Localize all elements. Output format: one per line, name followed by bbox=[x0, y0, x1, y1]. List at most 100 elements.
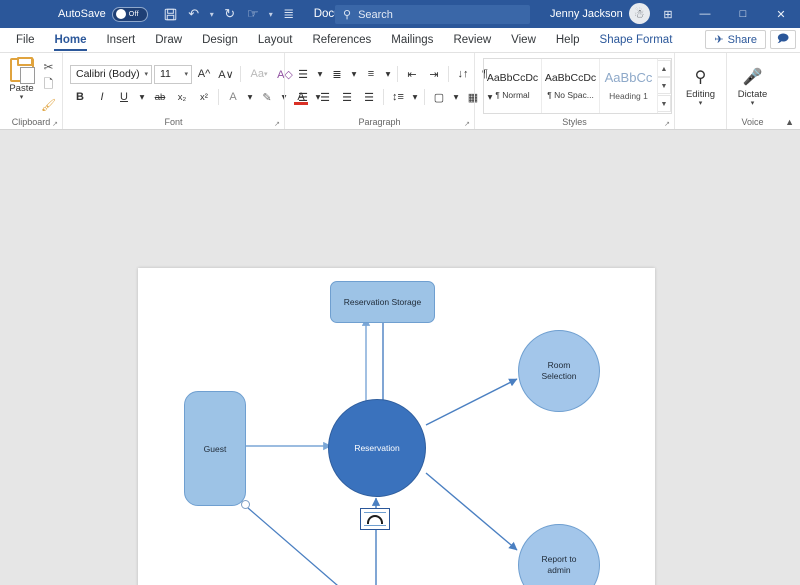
editing-button[interactable]: ⚲ Editing ▾ bbox=[680, 65, 721, 107]
cut-icon[interactable]: ✂ bbox=[40, 58, 57, 75]
text-highlight-icon[interactable]: ✎ bbox=[257, 88, 277, 107]
paste-button[interactable]: Paste ▾ bbox=[5, 57, 38, 101]
node-label-line1: Report to bbox=[541, 554, 577, 564]
tab-file[interactable]: File bbox=[6, 27, 45, 52]
autosave-toggle[interactable]: Off bbox=[111, 6, 148, 22]
shading-icon[interactable]: ▢ bbox=[429, 88, 449, 107]
ribbon-group-editing: ⚲ Editing ▾ bbox=[674, 53, 726, 129]
document-page[interactable]: Reservation Storage Room Selection Guest… bbox=[138, 268, 655, 585]
search-input[interactable]: Search bbox=[358, 9, 393, 21]
style-name: Heading 1 bbox=[609, 91, 648, 101]
gallery-more-icon[interactable]: ▼ bbox=[658, 94, 671, 112]
chevron-up-icon[interactable]: ▲ bbox=[785, 117, 794, 127]
node-reservation[interactable]: Reservation bbox=[328, 399, 426, 497]
decrease-indent-icon[interactable]: ⇤ bbox=[402, 65, 422, 84]
subscript-button[interactable]: x₂ bbox=[172, 88, 192, 107]
shrink-font-icon[interactable]: A∨ bbox=[216, 65, 236, 84]
align-left-icon[interactable]: ☰ bbox=[293, 88, 313, 107]
styles-gallery-scroll[interactable]: ▲ ▼ ▼ bbox=[658, 59, 671, 113]
tab-layout[interactable]: Layout bbox=[248, 27, 303, 52]
tab-references[interactable]: References bbox=[302, 27, 381, 52]
paste-dropdown-icon[interactable]: ▾ bbox=[20, 94, 24, 101]
account-area[interactable]: Jenny Jackson ☃ bbox=[550, 3, 650, 24]
editing-dropdown-icon[interactable]: ▾ bbox=[699, 100, 703, 107]
align-center-icon[interactable]: ☰ bbox=[315, 88, 335, 107]
superscript-button[interactable]: x² bbox=[194, 88, 214, 107]
editing-label: Editing bbox=[685, 88, 716, 100]
node-guest[interactable]: Guest bbox=[184, 391, 246, 506]
touch-dropdown-icon[interactable]: ▾ bbox=[265, 3, 277, 25]
italic-button[interactable]: I bbox=[92, 88, 112, 107]
numbering-icon[interactable]: ≣ bbox=[327, 65, 347, 84]
node-reservation-storage[interactable]: Reservation Storage bbox=[330, 281, 435, 323]
change-case-icon[interactable]: Aa ▾ bbox=[245, 65, 273, 84]
multilevel-list-icon[interactable]: ≡ bbox=[361, 65, 381, 84]
multilevel-dropdown-icon[interactable]: ▾ bbox=[383, 65, 393, 84]
close-icon[interactable]: ✕ bbox=[762, 0, 800, 28]
style-heading-1[interactable]: AaBbCᴄ Heading 1 bbox=[600, 58, 658, 113]
maximize-icon[interactable]: □ bbox=[724, 0, 762, 28]
redo-icon[interactable]: ↻ bbox=[219, 3, 241, 25]
shading-dropdown-icon[interactable]: ▾ bbox=[451, 88, 461, 107]
customize-qat-icon[interactable]: ≣ bbox=[278, 3, 300, 25]
tab-design[interactable]: Design bbox=[192, 27, 248, 52]
dictate-button[interactable]: 🎤 Dictate ▾ bbox=[732, 65, 773, 107]
increase-indent-icon[interactable]: ⇥ bbox=[424, 65, 444, 84]
sort-icon[interactable]: ↓↑ bbox=[453, 65, 473, 84]
minimize-icon[interactable]: — bbox=[686, 0, 724, 28]
font-name-value: Calibri (Body) bbox=[76, 68, 140, 80]
dictate-dropdown-icon[interactable]: ▾ bbox=[751, 100, 755, 107]
numbering-dropdown-icon[interactable]: ▾ bbox=[349, 65, 359, 84]
undo-dropdown-icon[interactable]: ▾ bbox=[206, 3, 218, 25]
group-label-styles: Styles bbox=[562, 117, 587, 127]
copy-icon[interactable]: 🗋 bbox=[40, 77, 57, 94]
guest-connector-handle[interactable] bbox=[241, 500, 250, 509]
gallery-scroll-up-icon[interactable]: ▲ bbox=[658, 59, 671, 77]
strikethrough-button[interactable]: ab bbox=[150, 88, 170, 107]
clipboard-dialog-launcher[interactable]: ↗ bbox=[52, 120, 58, 128]
format-painter-icon[interactable]: 🖌 bbox=[40, 96, 57, 113]
diagram-canvas[interactable]: Reservation Storage Room Selection Guest… bbox=[138, 268, 655, 585]
align-right-icon[interactable]: ☰ bbox=[337, 88, 357, 107]
font-size-combo[interactable]: 11 ▾ bbox=[154, 64, 192, 84]
tab-mailings[interactable]: Mailings bbox=[381, 27, 443, 52]
text-effects-dropdown-icon[interactable]: ▾ bbox=[245, 88, 255, 107]
save-icon[interactable] bbox=[160, 3, 182, 25]
line-spacing-icon[interactable]: ↕≡ bbox=[388, 88, 408, 107]
bold-button[interactable]: B bbox=[70, 88, 90, 107]
underline-button[interactable]: U bbox=[114, 88, 134, 107]
tab-draw[interactable]: Draw bbox=[145, 27, 192, 52]
grow-font-icon[interactable]: A^ bbox=[194, 65, 214, 84]
paragraph-dialog-launcher[interactable]: ↗ bbox=[464, 120, 470, 128]
underline-dropdown-icon[interactable]: ▾ bbox=[136, 88, 148, 107]
tab-help[interactable]: Help bbox=[546, 27, 590, 52]
tab-shape-format[interactable]: Shape Format bbox=[590, 27, 683, 52]
comments-button[interactable]: 🗩 bbox=[770, 30, 796, 49]
bullets-icon[interactable]: ☰ bbox=[293, 65, 313, 84]
tab-view[interactable]: View bbox=[501, 27, 546, 52]
text-effects-icon[interactable]: A bbox=[223, 88, 243, 107]
tab-review[interactable]: Review bbox=[443, 27, 501, 52]
touch-mode-icon[interactable]: ☞ bbox=[242, 3, 264, 25]
node-room-selection[interactable]: Room Selection bbox=[518, 330, 600, 412]
gallery-scroll-down-icon[interactable]: ▼ bbox=[658, 77, 671, 94]
share-button[interactable]: ✈ Share bbox=[705, 30, 766, 49]
tab-insert[interactable]: Insert bbox=[96, 27, 145, 52]
style-normal[interactable]: AaBbCcDc ¶ Normal bbox=[484, 58, 542, 113]
group-label-paragraph: Paragraph bbox=[358, 117, 401, 127]
justify-icon[interactable]: ☰ bbox=[359, 88, 379, 107]
avatar[interactable]: ☃ bbox=[628, 3, 650, 24]
search-box[interactable]: ⚲ Search bbox=[335, 5, 530, 24]
styles-dialog-launcher[interactable]: ↗ bbox=[664, 120, 670, 128]
tab-home[interactable]: Home bbox=[45, 27, 97, 52]
font-name-combo[interactable]: Calibri (Body) ▾ bbox=[70, 64, 152, 84]
line-spacing-dropdown-icon[interactable]: ▾ bbox=[410, 88, 420, 107]
autosave-control[interactable]: AutoSave Off bbox=[58, 6, 148, 22]
bullets-dropdown-icon[interactable]: ▾ bbox=[315, 65, 325, 84]
ribbon-display-options-icon[interactable]: ⊞ bbox=[650, 0, 686, 28]
connector-arc-icon[interactable] bbox=[360, 508, 390, 530]
edge-reservation-room-selection bbox=[425, 378, 518, 426]
style-no-spacing[interactable]: AaBbCcDc ¶ No Spac... bbox=[542, 58, 600, 113]
font-dialog-launcher[interactable]: ↗ bbox=[274, 120, 280, 128]
undo-icon[interactable]: ↶ bbox=[183, 3, 205, 25]
